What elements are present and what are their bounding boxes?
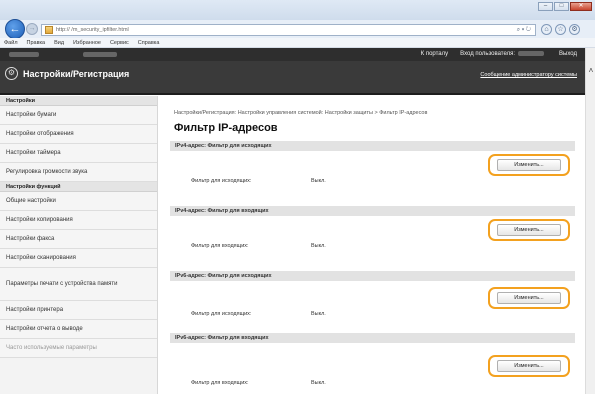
- blurred-username: [518, 51, 545, 56]
- menu-bar: Файл Правка Вид Избранное Сервис Справка: [0, 38, 595, 48]
- scroll-up-arrow-icon[interactable]: ˄: [587, 67, 595, 75]
- sidebar-group-functions: Настройки функций: [0, 182, 157, 192]
- admin-message-link[interactable]: Сообщение администратору системы: [480, 72, 577, 78]
- field-value: Выкл.: [311, 178, 326, 184]
- edit-button[interactable]: Изменить...: [497, 360, 561, 372]
- section-body: Фильтр для исходящих: Выкл. Изменить...: [170, 151, 575, 195]
- section-title: IPv4-адрес: Фильтр для входящих: [170, 206, 575, 216]
- page-title: Фильтр IP-адресов: [174, 122, 278, 134]
- section-ipv6-incoming: IPv6-адрес: Фильтр для входящих Фильтр д…: [170, 333, 575, 387]
- sidebar: Настройки Настройки бумаги Настройки ото…: [0, 96, 158, 394]
- edit-button-highlight: Изменить...: [488, 287, 570, 309]
- field-label: Фильтр для входящих:: [191, 243, 249, 249]
- page-icon: [45, 26, 53, 34]
- back-arrow-icon[interactable]: ←: [5, 19, 25, 39]
- field-label: Фильтр для входящих:: [191, 380, 249, 386]
- to-portal-link[interactable]: К порталу: [421, 51, 448, 57]
- forward-arrow-icon[interactable]: →: [26, 23, 38, 35]
- sidebar-item-paper[interactable]: Настройки бумаги: [0, 106, 157, 125]
- url-field[interactable]: http:// /m_security_ipfilter.html ⌕ ▾ ↻: [41, 24, 536, 36]
- blurred-device-info: [83, 52, 117, 57]
- section-body: Фильтр для исходящих: Выкл. Изменить...: [170, 281, 575, 325]
- main-content: Настройки/Регистрация: Настройки управле…: [170, 96, 575, 394]
- edit-button[interactable]: Изменить...: [497, 292, 561, 304]
- field-value: Выкл.: [311, 311, 326, 317]
- sidebar-group-settings: Настройки: [0, 96, 157, 106]
- vertical-scrollbar[interactable]: ˄: [585, 48, 595, 394]
- section-body: Фильтр для входящих: Выкл. Изменить...: [170, 216, 575, 260]
- sidebar-item-copy[interactable]: Настройки копирования: [0, 211, 157, 230]
- edit-button[interactable]: Изменить...: [497, 224, 561, 236]
- toolbar-icons: ⌂ ☆ ⚙: [541, 24, 580, 35]
- section-body: Фильтр для входящих: Выкл. Изменить...: [170, 343, 575, 387]
- blurred-device-name: [9, 52, 39, 57]
- sidebar-item-scan[interactable]: Настройки сканирования: [0, 249, 157, 268]
- sidebar-item-common[interactable]: Общие настройки: [0, 192, 157, 211]
- breadcrumb: Настройки/Регистрация: Настройки управле…: [174, 110, 428, 116]
- field-value: Выкл.: [311, 380, 326, 386]
- gear-icon[interactable]: ⚙: [569, 24, 580, 35]
- login-user-label: Вход пользователя:: [460, 51, 516, 58]
- section-ipv4-incoming: IPv4-адрес: Фильтр для входящих Фильтр д…: [170, 206, 575, 260]
- section-title: IPv6-адрес: Фильтр для исходящих: [170, 271, 575, 281]
- site-title: Настройки/Регистрация: [23, 69, 130, 79]
- sidebar-item-printer[interactable]: Настройки принтера: [0, 301, 157, 320]
- menu-file[interactable]: Файл: [4, 38, 18, 47]
- close-button[interactable]: ✕: [570, 2, 592, 11]
- header-links: К порталу Вход пользователя: Выход: [421, 51, 577, 57]
- url-text: http:// /m_security_ipfilter.html: [56, 27, 129, 33]
- sidebar-item-fax[interactable]: Настройки факса: [0, 230, 157, 249]
- sidebar-item-timer[interactable]: Настройки таймера: [0, 144, 157, 163]
- login-user: Вход пользователя:: [460, 51, 547, 57]
- menu-view[interactable]: Вид: [54, 38, 64, 47]
- sidebar-item-display[interactable]: Настройки отображения: [0, 125, 157, 144]
- favorites-star-icon[interactable]: ☆: [555, 24, 566, 35]
- menu-edit[interactable]: Правка: [27, 38, 46, 47]
- header-topline: К порталу Вход пользователя: Выход: [0, 48, 585, 61]
- settings-logo-icon: ⚙: [5, 67, 18, 80]
- menu-favorites[interactable]: Избранное: [73, 38, 101, 47]
- maximize-button[interactable]: □: [554, 2, 569, 11]
- field-label: Фильтр для исходящих:: [191, 311, 252, 317]
- sidebar-item-volume[interactable]: Регулировка громкости звука: [0, 163, 157, 182]
- home-icon[interactable]: ⌂: [541, 24, 552, 35]
- sidebar-item-favorites[interactable]: Часто используемые параметры: [0, 339, 157, 358]
- edit-button[interactable]: Изменить...: [497, 159, 561, 171]
- search-refresh-icon[interactable]: ⌕ ▾ ↻: [517, 27, 531, 34]
- section-ipv6-outgoing: IPv6-адрес: Фильтр для исходящих Фильтр …: [170, 271, 575, 325]
- section-title: IPv6-адрес: Фильтр для входящих: [170, 333, 575, 343]
- menu-tools[interactable]: Сервис: [110, 38, 129, 47]
- field-value: Выкл.: [311, 243, 326, 249]
- sidebar-item-memory-print[interactable]: Параметры печати с устройства памяти: [0, 268, 157, 301]
- logout-link[interactable]: Выход: [559, 51, 577, 57]
- sidebar-item-output-report[interactable]: Настройки отчета о выводе: [0, 320, 157, 339]
- edit-button-highlight: Изменить...: [488, 355, 570, 377]
- minimize-button[interactable]: –: [538, 2, 553, 11]
- section-title: IPv4-адрес: Фильтр для исходящих: [170, 141, 575, 151]
- window-controls: – □ ✕: [538, 2, 592, 11]
- site-header: К порталу Вход пользователя: Выход ⚙ Нас…: [0, 48, 585, 95]
- edit-button-highlight: Изменить...: [488, 219, 570, 241]
- window-titlebar: – □ ✕: [0, 0, 595, 20]
- edit-button-highlight: Изменить...: [488, 154, 570, 176]
- menu-help[interactable]: Справка: [138, 38, 160, 47]
- section-ipv4-outgoing: IPv4-адрес: Фильтр для исходящих Фильтр …: [170, 141, 575, 195]
- field-label: Фильтр для исходящих:: [191, 178, 252, 184]
